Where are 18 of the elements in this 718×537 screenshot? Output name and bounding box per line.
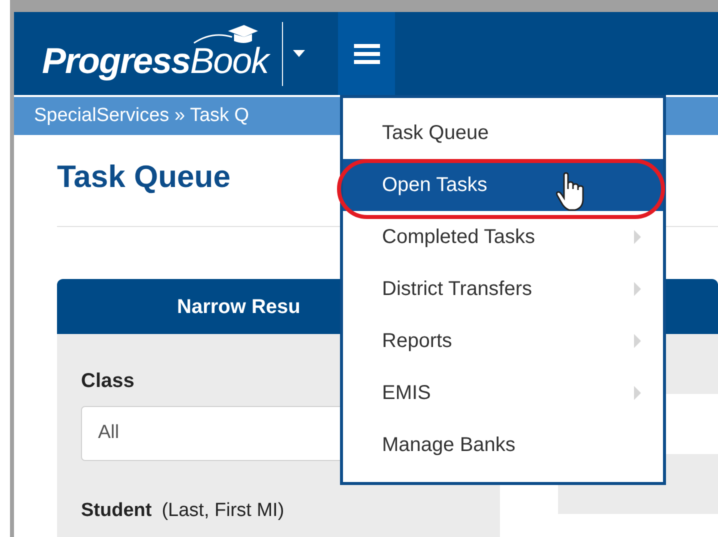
page-title: Task Queue: [57, 161, 230, 192]
menu-item[interactable]: Task Queue: [343, 107, 663, 159]
caret-down-icon[interactable]: [293, 50, 306, 58]
chevron-right-icon: [634, 230, 641, 244]
chevron-right-icon: [634, 334, 641, 348]
menu-button[interactable]: [338, 12, 395, 95]
progressbook-logo[interactable]: ProgressBook: [42, 28, 268, 78]
menu-item[interactable]: District Transfers: [343, 263, 663, 315]
menu-item[interactable]: Completed Tasks: [343, 211, 663, 263]
student-label: Student: [81, 499, 152, 523]
menu-item[interactable]: Reports: [343, 315, 663, 367]
panel-title: Narrow Resu: [177, 294, 300, 320]
menu-icon: [354, 42, 380, 64]
class-label: Class: [81, 369, 134, 394]
student-hint: (Last, First MI): [162, 499, 284, 523]
chevron-right-icon: [634, 282, 641, 296]
hand-cursor-icon: [555, 172, 585, 212]
chevron-right-icon: [634, 386, 641, 400]
